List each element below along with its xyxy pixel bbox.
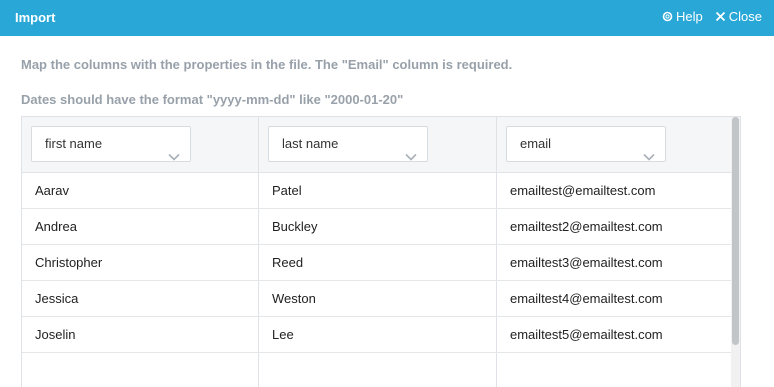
table-row: Aarav Patel emailtest@emailtest.com bbox=[22, 173, 733, 209]
column-3-select[interactable]: email bbox=[506, 126, 666, 162]
help-button[interactable]: Help bbox=[662, 9, 703, 24]
cell-email: emailtest4@emailtest.com bbox=[496, 281, 733, 316]
data-rows: Aarav Patel emailtest@emailtest.com Andr… bbox=[22, 173, 733, 387]
column-1-select[interactable]: first name bbox=[31, 126, 191, 162]
cell-last-name: Lee bbox=[258, 317, 496, 352]
help-icon bbox=[662, 11, 673, 22]
cell-first-name: Joselin bbox=[35, 327, 76, 342]
column-3-selected: email bbox=[520, 136, 552, 151]
cell-email: emailtest2@emailtest.com bbox=[496, 209, 733, 244]
vertical-scrollbar[interactable] bbox=[731, 117, 740, 387]
instruction-mapping: Map the columns with the properties in t… bbox=[21, 57, 513, 72]
cell-email: emailtest@emailtest.com bbox=[496, 173, 733, 208]
table-row: Joselin Lee emailtest5@emailtest.com bbox=[22, 317, 733, 353]
cell-last-name: Buckley bbox=[258, 209, 496, 244]
close-button[interactable]: Close bbox=[715, 9, 762, 24]
column-2-selected: last name bbox=[282, 136, 339, 151]
cell-email: emailtest3@emailtest.com bbox=[496, 245, 733, 280]
chevron-down-icon bbox=[405, 140, 417, 174]
table-row: Christopher Reed emailtest3@emailtest.co… bbox=[22, 245, 733, 281]
help-label: Help bbox=[676, 9, 703, 24]
dialog-titlebar: Import Help Close bbox=[0, 0, 774, 36]
column-1-selected: first name bbox=[45, 136, 103, 151]
cell-first-name: Aarav bbox=[35, 183, 69, 198]
scrollbar-thumb[interactable] bbox=[732, 117, 739, 345]
cell-first-name: Andrea bbox=[35, 219, 77, 234]
cell-first-name: Jessica bbox=[35, 291, 79, 306]
dialog-title: Import bbox=[15, 10, 56, 25]
table-row: Andrea Buckley emailtest2@emailtest.com bbox=[22, 209, 733, 245]
column-header-2: last name bbox=[258, 117, 496, 172]
close-icon bbox=[715, 11, 726, 22]
column-mapping-row: first name last name email bbox=[22, 117, 733, 173]
close-label: Close bbox=[728, 9, 762, 24]
column-header-3: email bbox=[496, 117, 733, 172]
column-header-1: first name bbox=[22, 117, 258, 172]
cell-email: emailtest5@emailtest.com bbox=[496, 317, 733, 352]
instruction-date-format: Dates should have the format "yyyy-mm-dd… bbox=[21, 92, 404, 107]
cell-first-name: Christopher bbox=[35, 255, 103, 270]
cell-last-name: Weston bbox=[258, 281, 496, 316]
column-2-select[interactable]: last name bbox=[268, 126, 428, 162]
chevron-down-icon bbox=[168, 140, 180, 174]
chevron-down-icon bbox=[643, 140, 655, 174]
import-preview-table: first name last name email Aarav Patel e… bbox=[21, 116, 741, 387]
table-row: Jessica Weston emailtest4@emailtest.com bbox=[22, 281, 733, 317]
cell-last-name: Patel bbox=[258, 173, 496, 208]
table-row-partial bbox=[22, 353, 733, 387]
cell-last-name: Reed bbox=[258, 245, 496, 280]
